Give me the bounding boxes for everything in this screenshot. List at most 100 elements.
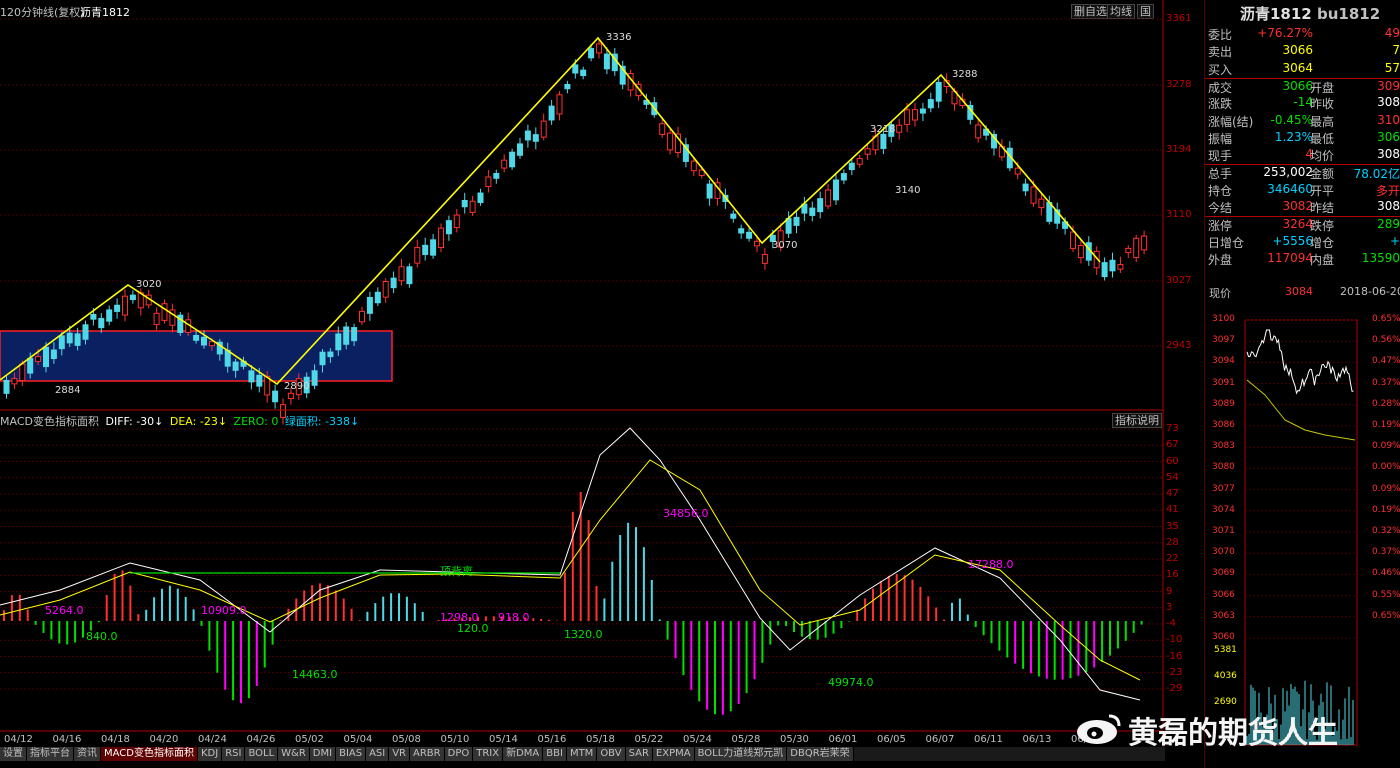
tab-14[interactable]: TRIX: [473, 747, 504, 761]
main-chart[interactable]: [0, 0, 1205, 768]
intraday-pct-tick: 0.32%: [1372, 526, 1400, 536]
tab-15[interactable]: 新DMA: [503, 747, 544, 761]
candle-body: [532, 134, 539, 142]
quote-value-2: 57: [1384, 60, 1400, 75]
candle-body: [461, 199, 468, 208]
macd-tick: 9: [1166, 585, 1173, 597]
candle-body: [1125, 247, 1132, 254]
annotation-label: 3218: [870, 124, 896, 135]
area-label: 10909.0: [201, 604, 247, 617]
date-tick: 05/14: [489, 734, 518, 745]
quote-label-2: 内盘: [1310, 252, 1335, 267]
tab-17[interactable]: MTM: [566, 747, 598, 761]
candle-body: [82, 324, 89, 340]
candle-body: [11, 378, 18, 385]
macd-tick: 22: [1166, 553, 1179, 564]
date-tick: 05/10: [440, 734, 470, 745]
date-tick: 04/20: [149, 734, 179, 745]
candle-body: [493, 172, 500, 179]
diff-value: DIFF: -30: [105, 415, 155, 428]
candle-body: [603, 53, 610, 70]
annotation-label: 3140: [895, 185, 921, 196]
intraday-price-tick: 3077: [1212, 483, 1235, 494]
annotation-label: 3020: [136, 279, 162, 290]
intraday-price-tick: 3063: [1212, 610, 1235, 621]
zero-value: ZERO: 0: [233, 415, 279, 428]
date-tick: 05/02: [295, 734, 324, 745]
tab-21[interactable]: BOLL力道线郑元凯: [694, 747, 788, 761]
intraday-price-tick: 3091: [1212, 377, 1235, 388]
tab-9[interactable]: BIAS: [336, 747, 367, 761]
intraday-price-tick: 3060: [1212, 632, 1235, 642]
candle-body: [746, 231, 753, 239]
date-tick: 06/01: [828, 734, 858, 745]
candle-body: [477, 192, 484, 204]
candle-body: [556, 94, 563, 115]
date-tick: 05/24: [683, 734, 712, 745]
quote-label: 日增仓: [1208, 235, 1245, 250]
intraday-pct-tick: 0.65%: [1372, 314, 1400, 324]
quote-value-2: 306: [1377, 129, 1400, 144]
tab-13[interactable]: DPO: [444, 747, 474, 761]
date-tick: 05/16: [537, 734, 567, 745]
intraday-pct-tick: 0.19%: [1372, 420, 1400, 430]
candle-body: [1109, 259, 1116, 272]
intraday-price-tick: 3071: [1212, 526, 1235, 536]
price-tick: 3361: [1166, 13, 1192, 24]
tab-20[interactable]: EXPMA: [652, 747, 695, 761]
quote-row: 现手 4 均价 308: [1205, 147, 1400, 164]
quote-label: 现手: [1208, 149, 1233, 164]
quote-value-2: 308: [1377, 199, 1400, 213]
tab-4[interactable]: KDJ: [197, 747, 223, 761]
candle-body: [761, 253, 768, 264]
candle-body: [730, 213, 737, 219]
tab-2[interactable]: 资讯: [74, 747, 101, 761]
macd-tick: 35: [1166, 520, 1179, 532]
quote-value-2: 310: [1377, 112, 1400, 127]
tab-7[interactable]: W&R: [278, 747, 310, 761]
area-label: 49974.0: [828, 676, 874, 689]
quote-value-2: 多开: [1375, 183, 1400, 198]
candle-body: [572, 64, 579, 74]
tab-6[interactable]: BOLL: [245, 747, 279, 761]
tab-19[interactable]: SAR: [625, 747, 653, 761]
candle-body: [445, 220, 452, 235]
area-value: 绿面积: -338: [284, 415, 350, 428]
candle-body: [58, 335, 65, 350]
tab-5[interactable]: RSI: [222, 747, 246, 761]
tab-16[interactable]: BBI: [543, 747, 567, 761]
tab-3[interactable]: MACD变色指标面积: [101, 747, 198, 761]
candle-body: [548, 105, 555, 121]
tab-18[interactable]: OBV: [597, 747, 626, 761]
intraday-pct-tick: 0.46%: [1372, 568, 1400, 579]
intraday-price-tick: 3070: [1212, 547, 1235, 558]
date-tick: 04/16: [52, 734, 82, 745]
tab-12[interactable]: ARBR: [410, 747, 445, 761]
tab-8[interactable]: DMI: [309, 747, 337, 761]
tab-10[interactable]: ASI: [366, 747, 390, 761]
area-label: 840.0: [86, 630, 118, 643]
date-tick: 05/18: [586, 734, 615, 745]
tab-0[interactable]: 设置: [0, 747, 27, 761]
candle-body: [833, 179, 839, 201]
candle-body: [596, 43, 602, 54]
intraday-price-tick: 3080: [1212, 462, 1235, 473]
quote-date: 2018-06-20: [1340, 285, 1400, 298]
indicator-help-button[interactable]: 指标说明: [1112, 413, 1162, 428]
tab-22[interactable]: DBQR岩茉荣: [787, 747, 854, 761]
quote-value-2: 49: [1384, 26, 1400, 40]
tab-11[interactable]: VR: [389, 747, 411, 761]
tab-1[interactable]: 指标平台: [27, 747, 74, 761]
macd-tick: 28: [1166, 536, 1179, 548]
candle-body: [430, 239, 437, 256]
intraday-volume-tick: 4036: [1214, 671, 1237, 681]
candle-body: [129, 294, 136, 301]
candle-body: [1038, 198, 1045, 209]
macd-tick: -29: [1166, 683, 1183, 694]
candle-body: [856, 158, 863, 165]
candle-body: [564, 83, 571, 90]
candle-body: [1014, 167, 1021, 175]
quote-value: 3082: [1282, 199, 1313, 213]
quote-label: 卖出: [1208, 45, 1233, 60]
quote-title: 沥青1812 bu1812: [1240, 3, 1380, 24]
